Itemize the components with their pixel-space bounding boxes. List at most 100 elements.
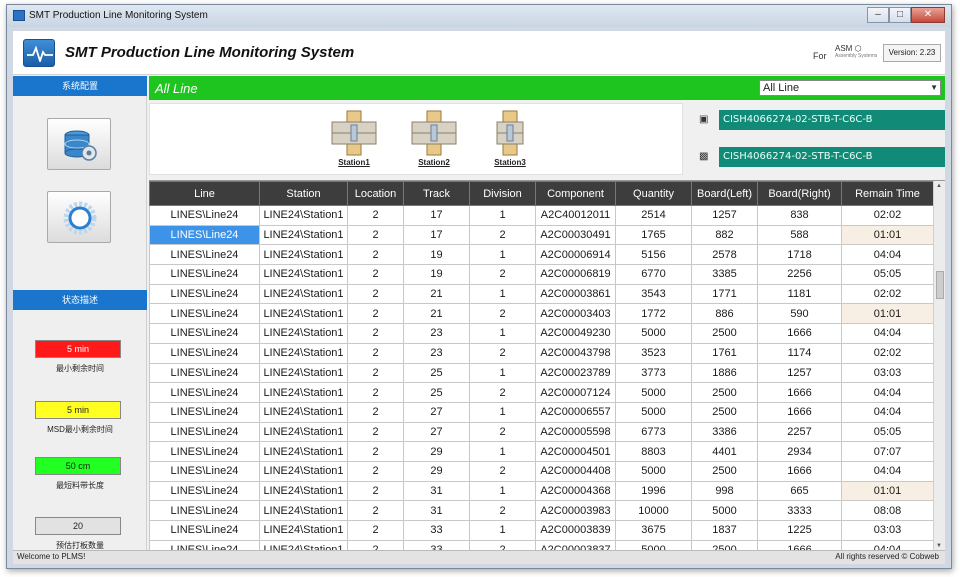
table-cell[interactable]: 6770	[615, 264, 692, 285]
table-cell[interactable]: LINE24\Station1	[259, 539, 348, 550]
table-cell[interactable]: A2C00004368	[535, 480, 616, 502]
table-cell[interactable]: A2C00023789	[535, 362, 616, 384]
table-row[interactable]: LINES\Line24 LINE24\Station1 2 17 2 A2C000304…	[149, 224, 934, 246]
table-cell[interactable]: 4401	[691, 441, 758, 462]
table-cell[interactable]: 04:04	[841, 382, 934, 403]
table-cell[interactable]: 2	[347, 441, 404, 462]
table-cell[interactable]: LINE24\Station1	[259, 382, 348, 403]
table-cell[interactable]: 2578	[691, 244, 758, 266]
table-cell[interactable]: 2	[347, 421, 404, 443]
table-cell[interactable]: 590	[757, 303, 842, 325]
table-cell[interactable]: 1666	[757, 539, 842, 550]
column-header[interactable]: Remain Time	[841, 181, 934, 206]
table-cell[interactable]: 04:04	[841, 539, 934, 550]
table-cell[interactable]: 02:02	[841, 342, 934, 364]
table-cell[interactable]: 2	[469, 539, 536, 550]
table-cell[interactable]: 2	[347, 283, 404, 305]
table-cell[interactable]: LINE24\Station1	[259, 520, 348, 541]
table-cell[interactable]: 5000	[615, 539, 692, 550]
table-row[interactable]: LINES\Line24 LINE24\Station1 2 23 2 A2C000437…	[149, 342, 934, 364]
table-row[interactable]: LINES\Line24 LINE24\Station1 2 23 1 A2C000492…	[149, 323, 934, 344]
table-cell[interactable]: 01:01	[841, 224, 934, 246]
table-cell[interactable]: 2	[469, 264, 536, 285]
table-cell[interactable]: 29	[403, 460, 470, 482]
table-cell[interactable]: 1837	[691, 520, 758, 541]
table-row[interactable]: LINES\Line24 LINE24\Station1 2 27 2 A2C000055…	[149, 421, 934, 443]
table-cell[interactable]: 886	[691, 303, 758, 325]
table-cell[interactable]: A2C00007124	[535, 382, 616, 403]
table-cell[interactable]: 1225	[757, 520, 842, 541]
table-row[interactable]: LINES\Line24 LINE24\Station1 2 19 2 A2C000068…	[149, 264, 934, 285]
table-cell[interactable]: 2	[347, 480, 404, 502]
table-cell[interactable]: 1	[469, 362, 536, 384]
table-cell[interactable]: 02:02	[841, 283, 934, 305]
table-cell[interactable]: A2C00004408	[535, 460, 616, 482]
table-cell[interactable]: 2	[347, 244, 404, 266]
table-cell[interactable]: LINE24\Station1	[259, 264, 348, 285]
table-cell[interactable]: 2	[469, 421, 536, 443]
table-cell[interactable]: 5000	[615, 382, 692, 403]
table-cell[interactable]: 21	[403, 283, 470, 305]
table-cell[interactable]: 2	[347, 205, 404, 226]
table-cell[interactable]: LINES\Line24	[149, 224, 260, 246]
table-cell[interactable]: LINES\Line24	[149, 342, 260, 364]
table-cell[interactable]: 01:01	[841, 303, 934, 325]
table-cell[interactable]: LINES\Line24	[149, 205, 260, 226]
minimize-button[interactable]: –	[867, 7, 889, 23]
table-cell[interactable]: 05:05	[841, 421, 934, 443]
table-cell[interactable]: A2C00003983	[535, 500, 616, 521]
column-header[interactable]: Track	[403, 181, 470, 206]
table-cell[interactable]: 838	[757, 205, 842, 226]
table-row[interactable]: LINES\Line24 LINE24\Station1 2 17 1 A2C400120…	[149, 205, 934, 226]
table-cell[interactable]: LINES\Line24	[149, 460, 260, 482]
table-row[interactable]: LINES\Line24 LINE24\Station1 2 21 1 A2C000038…	[149, 283, 934, 305]
table-cell[interactable]: 23	[403, 342, 470, 364]
column-header[interactable]: Quantity	[615, 181, 692, 206]
table-cell[interactable]: A2C00030491	[535, 224, 616, 246]
table-cell[interactable]: LINE24\Station1	[259, 362, 348, 384]
table-cell[interactable]: 2257	[757, 421, 842, 443]
table-cell[interactable]: 25	[403, 362, 470, 384]
table-cell[interactable]: LINE24\Station1	[259, 303, 348, 325]
table-cell[interactable]: 1761	[691, 342, 758, 364]
table-cell[interactable]: LINES\Line24	[149, 244, 260, 266]
table-cell[interactable]: 1257	[691, 205, 758, 226]
table-cell[interactable]: 1	[469, 520, 536, 541]
title-bar[interactable]: SMT Production Line Monitoring System – …	[7, 5, 951, 27]
table-cell[interactable]: 1666	[757, 460, 842, 482]
table-row[interactable]: LINES\Line24 LINE24\Station1 2 21 2 A2C000034…	[149, 303, 934, 325]
table-row[interactable]: LINES\Line24 LINE24\Station1 2 27 1 A2C000065…	[149, 401, 934, 423]
table-cell[interactable]: 2	[347, 520, 404, 541]
table-cell[interactable]: A2C00006914	[535, 244, 616, 266]
table-cell[interactable]: 19	[403, 244, 470, 266]
table-cell[interactable]: 02:02	[841, 205, 934, 226]
table-cell[interactable]: LINES\Line24	[149, 303, 260, 325]
table-cell[interactable]: 2	[347, 382, 404, 403]
table-cell[interactable]: 04:04	[841, 323, 934, 344]
maximize-button[interactable]: □	[889, 7, 911, 23]
table-cell[interactable]: LINES\Line24	[149, 421, 260, 443]
table-cell[interactable]: 04:04	[841, 460, 934, 482]
table-cell[interactable]: 2	[347, 401, 404, 423]
table-cell[interactable]: 1	[469, 323, 536, 344]
table-cell[interactable]: 03:03	[841, 520, 934, 541]
table-cell[interactable]: LINE24\Station1	[259, 224, 348, 246]
table-cell[interactable]: 27	[403, 401, 470, 423]
table-cell[interactable]: 3386	[691, 421, 758, 443]
table-cell[interactable]: 29	[403, 441, 470, 462]
table-cell[interactable]: LINE24\Station1	[259, 480, 348, 502]
table-cell[interactable]: 10000	[615, 500, 692, 521]
table-cell[interactable]: 1886	[691, 362, 758, 384]
column-header[interactable]: Division	[469, 181, 536, 206]
table-cell[interactable]: 2	[469, 342, 536, 364]
table-cell[interactable]: 3675	[615, 520, 692, 541]
table-cell[interactable]: LINE24\Station1	[259, 441, 348, 462]
table-row[interactable]: LINES\Line24 LINE24\Station1 2 29 2 A2C000044…	[149, 460, 934, 482]
table-cell[interactable]: A2C00003861	[535, 283, 616, 305]
table-cell[interactable]: LINES\Line24	[149, 480, 260, 502]
table-cell[interactable]: 2	[347, 264, 404, 285]
table-cell[interactable]: 2	[347, 342, 404, 364]
table-cell[interactable]: 2500	[691, 460, 758, 482]
table-cell[interactable]: 3773	[615, 362, 692, 384]
table-cell[interactable]: 2500	[691, 539, 758, 550]
